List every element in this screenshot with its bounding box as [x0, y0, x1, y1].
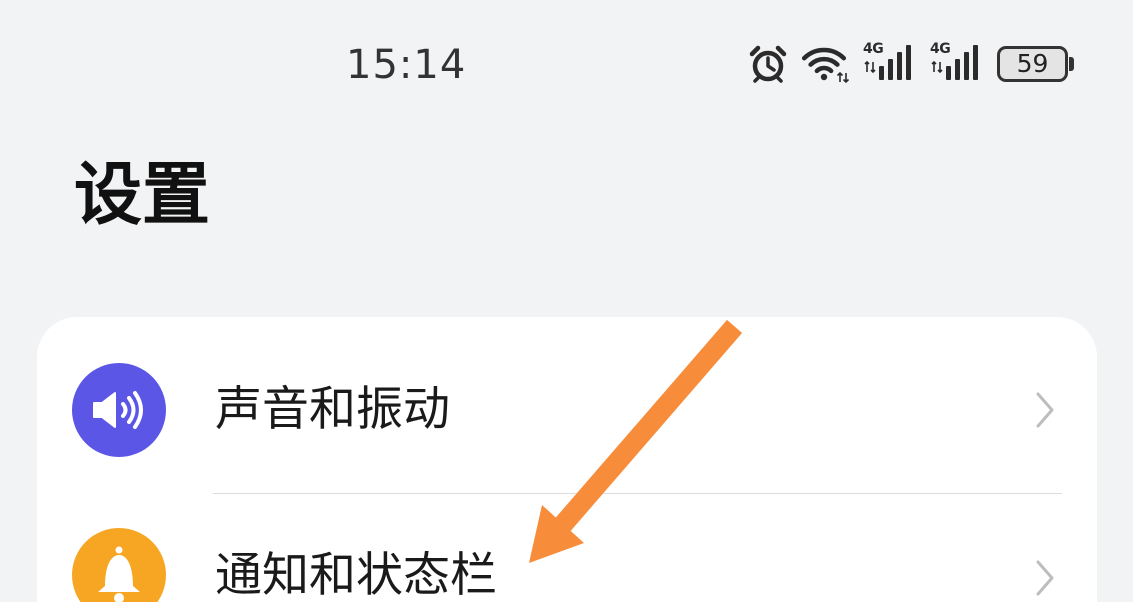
status-time: 15:14 — [346, 42, 467, 88]
signal-icon — [931, 45, 978, 80]
settings-item-sound-and-vibration[interactable]: 声音和振动 — [37, 317, 1097, 493]
settings-item-label: 声音和振动 — [215, 382, 450, 437]
battery-icon: 59 — [997, 46, 1068, 82]
settings-card: 声音和振动 通知和状态栏 — [37, 317, 1097, 602]
chevron-right-icon — [1036, 560, 1054, 596]
battery-tip — [1069, 57, 1074, 71]
battery-level: 59 — [1016, 49, 1049, 78]
bell-icon-wrap — [72, 528, 166, 602]
wifi-icon — [802, 47, 850, 84]
chevron-right-icon — [1036, 392, 1054, 428]
speaker-icon-wrap — [72, 363, 166, 457]
speaker-icon — [72, 363, 166, 457]
signal-icon — [864, 45, 911, 80]
settings-item-notifications-and-status-bar[interactable]: 通知和状态栏 — [37, 494, 1097, 602]
page-title: 设置 — [74, 156, 211, 235]
settings-item-label: 通知和状态栏 — [215, 548, 497, 602]
bell-icon — [72, 528, 166, 602]
alarm-icon — [749, 45, 787, 83]
